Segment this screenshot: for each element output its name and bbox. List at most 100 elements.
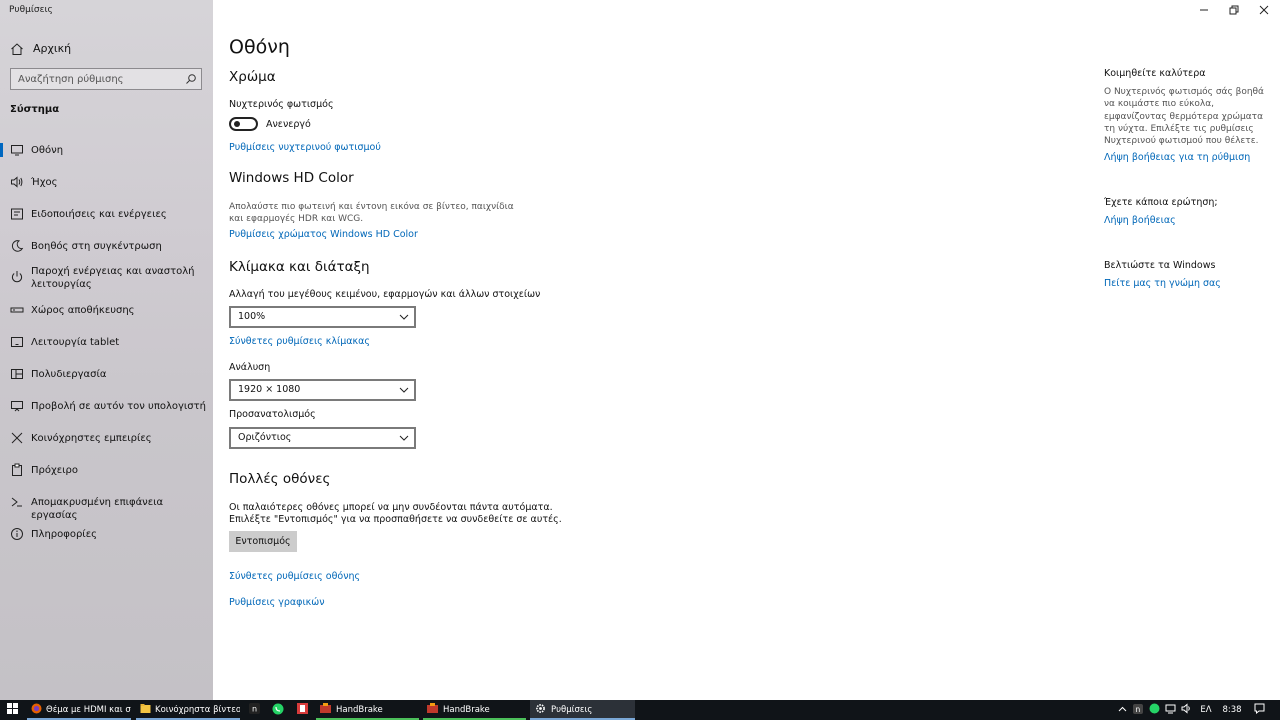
night-light-settings-link[interactable]: Ρυθμίσεις νυχτερινού φωτισμού [229, 142, 381, 153]
sidebar-item-clipboard[interactable]: Πρόχειρο [0, 461, 213, 479]
advanced-scaling-link[interactable]: Σύνθετες ρυθμίσεις κλίμακας [229, 336, 370, 347]
network-icon [1165, 703, 1176, 717]
taskbar-item-app-n[interactable]: n [244, 700, 264, 720]
improve-heading: Βελτιώστε τα Windows [1104, 260, 1216, 271]
sidebar-item-label: Λειτουργία tablet [31, 337, 120, 348]
sidebar-item-sound[interactable]: Ήχος [0, 173, 213, 191]
sidebar-item-label: Πολυδιεργασία [31, 369, 107, 380]
nav-home[interactable]: Αρχική [0, 39, 213, 59]
night-light-label: Νυχτερινός φωτισμός [229, 99, 334, 110]
minimize-button[interactable] [1188, 0, 1220, 22]
taskbar-item-whatsapp[interactable] [268, 700, 288, 720]
feedback-link[interactable]: Πείτε μας τη γνώμη σας [1104, 278, 1221, 289]
scale-heading: Κλίμακα και διάταξη [229, 259, 370, 275]
multitasking-icon [10, 367, 24, 381]
language-indicator: ΕΛ [1200, 705, 1212, 715]
nav-home-label: Αρχική [33, 42, 72, 55]
color-heading: Χρώμα [229, 69, 276, 85]
sidebar-item-tablet[interactable]: Λειτουργία tablet [0, 333, 213, 351]
taskbar-item-firefox[interactable]: Θέμα με HDMI και συ... [27, 700, 131, 720]
sidebar-item-about[interactable]: Πληροφορίες [0, 525, 213, 543]
scale-select[interactable]: 100% [229, 306, 416, 328]
sidebar-item-label: Πληροφορίες [31, 529, 97, 540]
monitor-icon [10, 143, 24, 157]
sidebar-item-notifications[interactable]: Ειδοποιήσεις και ενέργειες [0, 205, 213, 223]
tray-volume[interactable] [1179, 700, 1193, 720]
notification-icon [10, 207, 24, 221]
restore-button[interactable] [1218, 0, 1250, 22]
taskbar-item-app-red[interactable] [292, 700, 312, 720]
svg-text:n: n [1136, 705, 1141, 714]
multi-display-text-1: Οι παλαιότερες οθόνες μπορεί να μην συνδ… [229, 502, 553, 513]
whatsapp-icon [272, 703, 284, 718]
taskbar-item-handbrake-2[interactable]: HandBrake [423, 700, 526, 720]
taskbar-item-explorer[interactable]: Κοινόχρηστα βίντεο [136, 700, 240, 720]
search-input[interactable] [18, 72, 178, 86]
sidebar-item-projecting[interactable]: Προβολή σε αυτόν τον υπολογιστή [0, 397, 213, 415]
hdr-settings-link[interactable]: Ρυθμίσεις χρώματος Windows HD Color [229, 229, 418, 240]
resolution-select-value: 1920 × 1080 [238, 384, 301, 395]
active-indicator [0, 143, 3, 157]
tray-network[interactable] [1163, 700, 1177, 720]
taskbar-item-label: Ρυθμίσεις [551, 705, 593, 715]
power-icon [10, 270, 24, 284]
orientation-label: Προσανατολισμός [229, 409, 316, 420]
taskbar-item-label: Κοινόχρηστα βίντεο [155, 705, 240, 715]
sidebar-item-power[interactable]: Παροχή ενέργειας και αναστολή λειτουργία… [0, 264, 213, 292]
sidebar-item-multitasking[interactable]: Πολυδιεργασία [0, 365, 213, 383]
tray-language[interactable]: ΕΛ [1197, 700, 1215, 720]
night-light-toggle[interactable] [229, 117, 258, 131]
graphics-settings-link[interactable]: Ρυθμίσεις γραφικών [229, 597, 325, 608]
gear-icon [535, 703, 546, 717]
taskbar-item-handbrake-1[interactable]: HandBrake [316, 700, 419, 720]
taskbar: Θέμα με HDMI και συ... Κοινόχρηστα βίντε… [0, 700, 1280, 720]
sidebar-item-display[interactable]: Οθόνη [0, 141, 213, 159]
tray-chevron[interactable] [1115, 700, 1129, 720]
sidebar-item-label: Ειδοποιήσεις και ενέργειες [31, 209, 167, 220]
firefox-icon [31, 703, 42, 717]
sidebar-item-label: Πρόχειρο [31, 465, 79, 476]
get-help-link[interactable]: Λήψη βοήθειας [1104, 215, 1176, 226]
sidebar-item-remote-desktop[interactable]: Απομακρυσμένη επιφάνεια εργασίας [0, 493, 213, 521]
sidebar-item-label: Βοηθός στη συγκέντρωση [31, 241, 162, 252]
app-n-icon: n [1133, 703, 1143, 717]
resolution-select[interactable]: 1920 × 1080 [229, 379, 416, 401]
tray-whatsapp[interactable] [1147, 700, 1161, 720]
handbrake-icon [320, 703, 331, 717]
folder-icon [140, 703, 151, 717]
orientation-select[interactable]: Οριζόντιος [229, 427, 416, 449]
windows-logo-icon [6, 703, 18, 717]
detect-button[interactable]: Εντοπισμός [229, 531, 297, 552]
scale-select-value: 100% [238, 311, 266, 322]
clipboard-icon [10, 463, 24, 477]
tray-app-n[interactable]: n [1131, 700, 1145, 720]
sidebar-item-shared-experiences[interactable]: Κοινόχρηστες εμπειρίες [0, 429, 213, 447]
resolution-label: Ανάλυση [229, 362, 271, 373]
orientation-select-value: Οριζόντιος [238, 432, 292, 443]
projecting-icon [10, 399, 24, 413]
tablet-icon [10, 335, 24, 349]
tray-clock[interactable]: 8:38 [1219, 700, 1245, 720]
minimize-icon [1199, 5, 1209, 18]
taskbar-item-settings[interactable]: Ρυθμίσεις [530, 700, 635, 720]
home-icon [10, 42, 24, 56]
sidebar-item-label: Οθόνη [31, 145, 64, 156]
search-icon[interactable] [185, 73, 197, 85]
sidebar-item-label: Χώρος αποθήκευσης [31, 305, 135, 316]
start-button[interactable] [0, 700, 24, 720]
tray-action-center[interactable] [1250, 700, 1268, 720]
advanced-display-link[interactable]: Σύνθετες ρυθμίσεις οθόνης [229, 571, 360, 582]
close-button[interactable] [1248, 0, 1280, 22]
chevron-down-icon [399, 312, 409, 322]
sidebar: Ρυθμίσεις Αρχική Σύστημα Οθόνη Ήχος Ειδο… [0, 0, 213, 700]
sidebar-item-label: Παροχή ενέργειας και αναστολή λειτουργία… [31, 266, 195, 290]
sidebar-item-label: Ήχος [31, 177, 58, 188]
question-heading: Έχετε κάποια ερώτηση; [1104, 197, 1218, 208]
sleep-help-link[interactable]: Λήψη βοήθειας για τη ρύθμιση [1104, 152, 1250, 163]
sidebar-item-focus-assist[interactable]: Βοηθός στη συγκέντρωση [0, 237, 213, 255]
moon-icon [10, 239, 24, 253]
close-icon [1259, 5, 1269, 18]
sidebar-item-storage[interactable]: Χώρος αποθήκευσης [0, 301, 213, 319]
search-box[interactable] [10, 68, 202, 90]
restore-icon [1229, 5, 1239, 18]
